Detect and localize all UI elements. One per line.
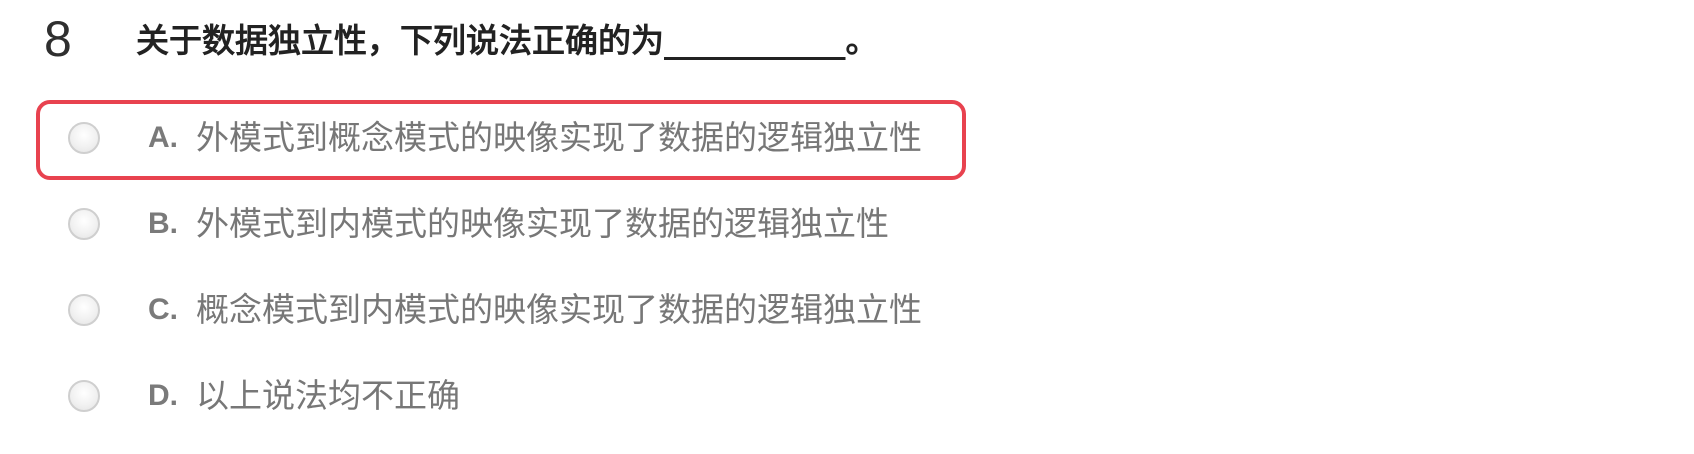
option-a-text: 外模式到概念模式的映像实现了数据的逻辑独立性 (196, 118, 922, 157)
option-a[interactable]: A. 外模式到概念模式的映像实现了数据的逻辑独立性 (36, 100, 966, 180)
option-d-letter: D. (148, 379, 178, 412)
option-d[interactable]: D. 以上说法均不正确 (36, 358, 966, 438)
question-block: 8 关于数据独立性，下列说法正确的为___________。 A. 外模式到概念… (0, 0, 1694, 454)
radio-button-b[interactable] (68, 208, 100, 240)
option-d-text: 以上说法均不正确 (196, 376, 460, 415)
option-c[interactable]: C. 概念模式到内模式的映像实现了数据的逻辑独立性 (36, 272, 966, 352)
radio-button-a[interactable] (68, 122, 100, 154)
option-b-letter: B. (148, 207, 178, 240)
option-b[interactable]: B. 外模式到内模式的映像实现了数据的逻辑独立性 (36, 186, 966, 266)
option-b-text: 外模式到内模式的映像实现了数据的逻辑独立性 (196, 204, 889, 243)
option-c-text: 概念模式到内模式的映像实现了数据的逻辑独立性 (196, 290, 922, 329)
option-a-letter: A. (148, 121, 178, 154)
option-c-letter: C. (148, 293, 178, 326)
question-text: 关于数据独立性，下列说法正确的为___________。 (136, 21, 879, 60)
question-number: 8 (44, 11, 72, 67)
radio-button-d[interactable] (68, 380, 100, 412)
radio-button-c[interactable] (68, 294, 100, 326)
